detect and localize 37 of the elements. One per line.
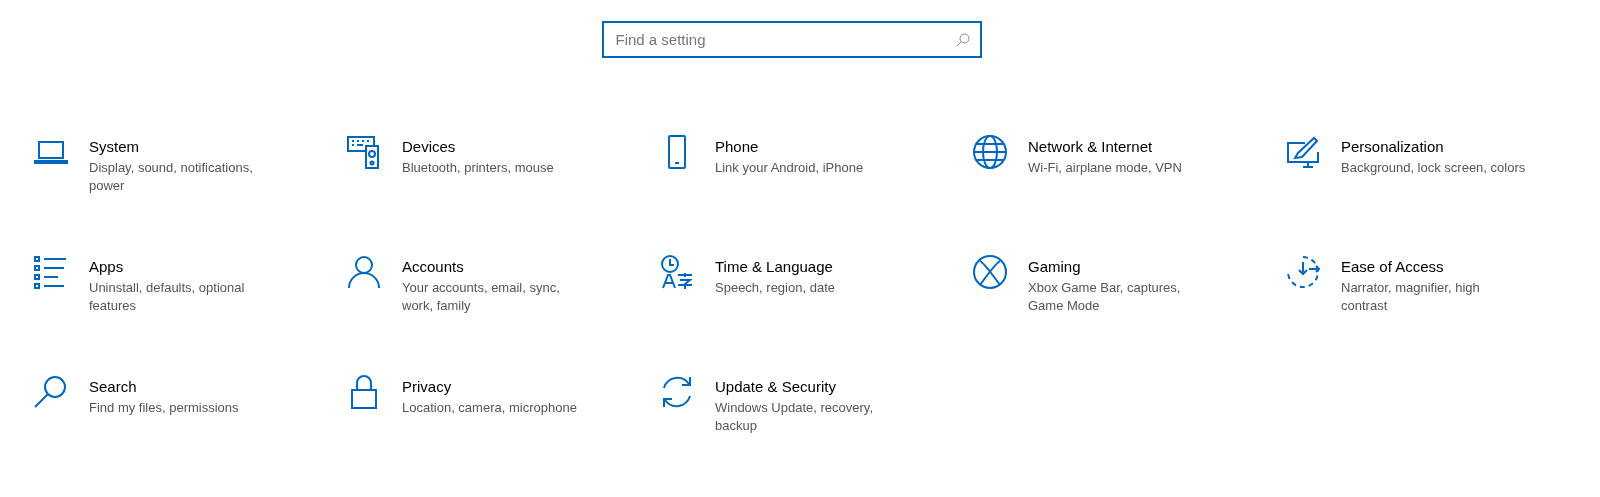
category-description: Display, sound, notifications, power: [89, 159, 254, 195]
category-title[interactable]: Search: [89, 377, 277, 397]
category-description: Narrator, magnifier, high contrast: [1341, 279, 1481, 315]
category-description: Location, camera, microphone: [402, 399, 578, 417]
search-field[interactable]: Find a setting: [601, 21, 982, 58]
monitor-brush-icon: [1285, 134, 1321, 170]
category-description: Wi-Fi, airplane mode, VPN: [1028, 159, 1183, 177]
globe-icon: [972, 134, 1008, 170]
category-description: Speech, region, date: [715, 279, 836, 297]
category-description: Bluetooth, printers, mouse: [402, 159, 555, 177]
xbox-logo-icon: [972, 254, 1008, 290]
list-icon: [33, 254, 69, 290]
category-title[interactable]: System: [89, 137, 277, 157]
category-title[interactable]: Network & Internet: [1028, 137, 1216, 157]
keyboard-speaker-icon: [346, 134, 382, 170]
category-title[interactable]: Time & Language: [715, 257, 903, 277]
category-title[interactable]: Update & Security: [715, 377, 903, 397]
magnifier-icon: [33, 374, 69, 410]
search-icon: [955, 33, 970, 47]
category-description: Your accounts, email, sync, work, family: [402, 279, 561, 315]
category-title[interactable]: Apps: [89, 257, 277, 277]
category-title[interactable]: Gaming: [1028, 257, 1216, 277]
category-description: Find my files, permissions: [89, 399, 240, 417]
category-title[interactable]: Devices: [402, 137, 590, 157]
category-title[interactable]: Personalization: [1341, 137, 1529, 157]
category-title[interactable]: Accounts: [402, 257, 590, 277]
clock-letter-icon: [659, 254, 695, 290]
category-title[interactable]: Privacy: [402, 377, 590, 397]
category-description: Background, lock screen, colors: [1341, 159, 1527, 177]
category-description: Windows Update, recovery, backup: [715, 399, 874, 435]
category-description: Uninstall, defaults, optional features: [89, 279, 246, 315]
dashed-circle-arrow-icon: [1285, 254, 1321, 290]
person-icon: [346, 254, 382, 290]
category-description: Xbox Game Bar, captures, Game Mode: [1028, 279, 1182, 315]
category-title[interactable]: Phone: [715, 137, 903, 157]
category-description: Link your Android, iPhone: [715, 159, 865, 177]
category-title[interactable]: Ease of Access: [1341, 257, 1529, 277]
